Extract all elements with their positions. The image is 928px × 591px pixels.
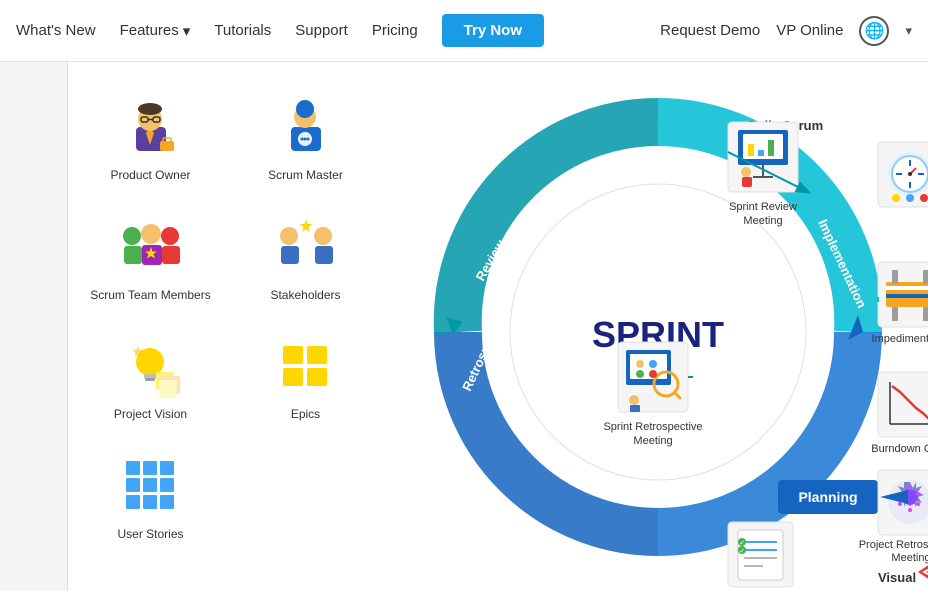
product-owner-card[interactable]: Product Owner <box>78 82 223 192</box>
sprint-retro-label2: Meeting <box>633 435 672 447</box>
burndown-chart-card <box>878 372 928 437</box>
svg-text:✓: ✓ <box>739 540 745 547</box>
sprint-retro-label1: Sprint Retrospective <box>603 421 702 433</box>
project-vision-label: Project Vision <box>114 407 187 423</box>
planning-label: Planning <box>798 489 857 505</box>
scrum-master-label: Scrum Master <box>268 168 343 184</box>
nav-features[interactable]: Features ▾ <box>120 22 191 40</box>
svg-text:✓: ✓ <box>739 548 745 555</box>
try-now-button[interactable]: Try Now <box>442 14 544 47</box>
scrum-master-icon <box>271 92 341 162</box>
burndown-chart-label: Burndown Chart <box>871 443 928 455</box>
project-vision-card[interactable]: Project Vision <box>78 321 223 431</box>
scrum-team-card[interactable]: Scrum Team Members <box>78 202 223 312</box>
language-selector[interactable]: 🌐 <box>859 16 889 46</box>
impediment-log-label: Impediment Log <box>872 333 928 345</box>
scrum-team-label: Scrum Team Members <box>90 288 210 304</box>
sprint-retrospective-card <box>618 342 688 412</box>
sprint-review-label2: Meeting <box>743 215 782 227</box>
stakeholders-icon <box>271 212 341 282</box>
project-vision-icon <box>116 331 186 401</box>
scrum-team-icon <box>116 212 186 282</box>
daily-scrum-card <box>878 142 928 207</box>
stakeholders-label: Stakeholders <box>270 288 340 304</box>
nav-right: Request Demo VP Online 🌐 ▾ <box>660 16 912 46</box>
project-retro-label2: Meeting <box>891 552 928 564</box>
nav-chevron-icon[interactable]: ▾ <box>905 23 912 39</box>
nav-support[interactable]: Support <box>295 22 348 39</box>
product-owner-label: Product Owner <box>110 168 190 184</box>
left-panel: Product Owner Scrum Maste <box>68 62 388 591</box>
epics-label: Epics <box>291 407 320 423</box>
features-chevron-icon: ▾ <box>183 22 191 40</box>
main-content: Product Owner Scrum Maste <box>0 62 928 591</box>
nav-whats-new[interactable]: What's New <box>16 22 96 39</box>
nav-pricing[interactable]: Pricing <box>372 22 418 39</box>
nav-tutorials[interactable]: Tutorials <box>214 22 271 39</box>
vp-logo-text: Visual <box>878 570 916 585</box>
sprint-review-label1: Sprint Review <box>729 201 797 213</box>
scrum-master-card[interactable]: Scrum Master <box>233 82 378 192</box>
epics-card[interactable]: Epics <box>233 321 378 431</box>
sidebar <box>0 62 68 591</box>
project-retro-label1: Project Retrospective <box>859 539 928 551</box>
nav-vp-online[interactable]: VP Online <box>776 22 843 39</box>
impediment-log-card <box>878 262 928 327</box>
sprint-planning-card: ✓ ✓ <box>728 522 793 587</box>
user-stories-icon <box>116 451 186 521</box>
epics-icon <box>271 331 341 401</box>
user-stories-card[interactable]: User Stories <box>78 441 223 551</box>
scrum-diagram: SPRINT Review Retrospect Implementation … <box>388 62 928 591</box>
product-owner-icon <box>116 92 186 162</box>
navbar: What's New Features ▾ Tutorials Support … <box>0 0 928 62</box>
nav-request-demo[interactable]: Request Demo <box>660 22 760 39</box>
user-stories-label: User Stories <box>117 527 183 543</box>
right-panel: SPRINT Review Retrospect Implementation … <box>388 62 928 591</box>
stakeholders-card[interactable]: Stakeholders <box>233 202 378 312</box>
